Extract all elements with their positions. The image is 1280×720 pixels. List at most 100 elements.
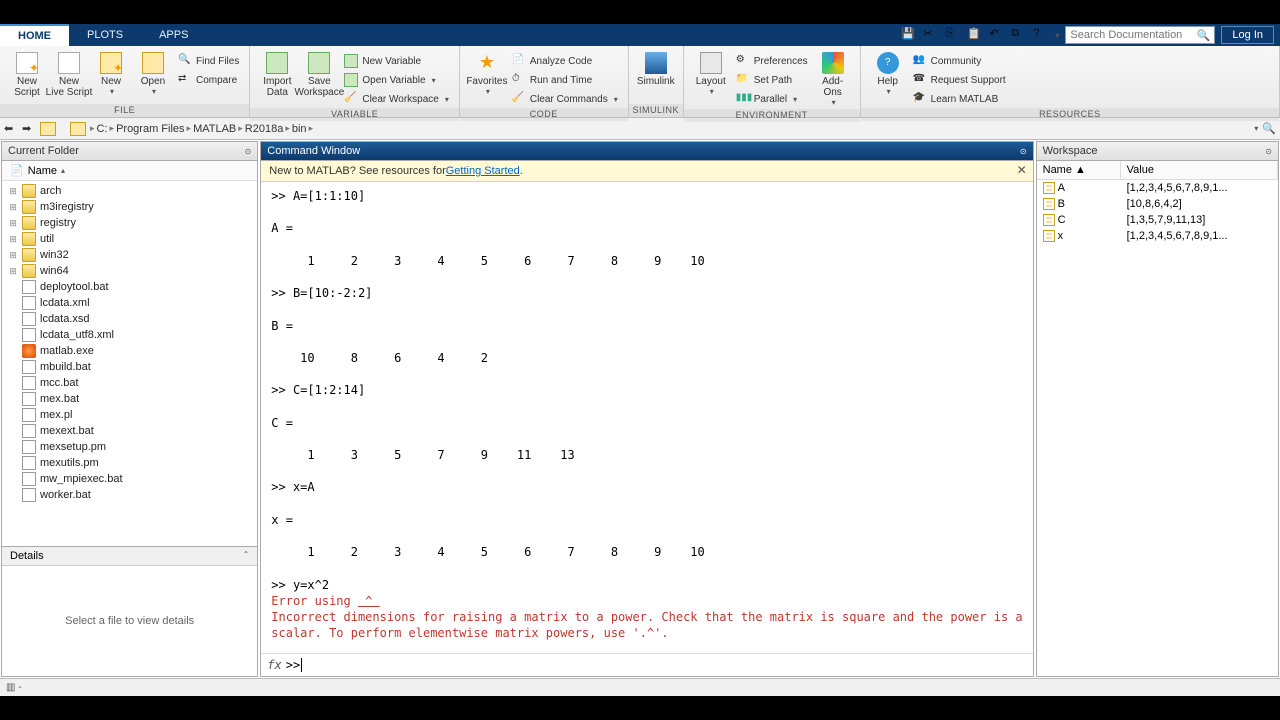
file-item[interactable]: ⊞win64	[2, 263, 257, 279]
folder-icon	[22, 264, 36, 278]
address-dropdown-icon[interactable]: ▾	[1254, 124, 1258, 133]
login-button[interactable]: Log In	[1221, 26, 1274, 44]
workspace-variable[interactable]: C[1,3,5,7,9,11,13]	[1037, 212, 1278, 228]
file-item[interactable]: mex.bat	[2, 391, 257, 407]
breadcrumb-segment[interactable]: bin	[292, 123, 307, 135]
close-banner-icon[interactable]: ✕	[1017, 163, 1027, 177]
up-folder-icon[interactable]	[40, 122, 56, 136]
simulink-button[interactable]: Simulink	[635, 50, 677, 89]
set-path-button[interactable]: 📁Set Path	[732, 71, 812, 89]
workspace-variable[interactable]: B[10,8,6,4,2]	[1037, 196, 1278, 212]
file-item[interactable]: lcdata_utf8.xml	[2, 327, 257, 343]
details-header[interactable]: Details⌃	[2, 547, 257, 566]
forward-icon[interactable]: ➡	[22, 122, 36, 136]
help-icon[interactable]: ?	[1033, 27, 1049, 43]
breadcrumb-segment[interactable]: R2018a	[245, 123, 284, 135]
addons-button[interactable]: Add-Ons	[812, 50, 854, 109]
name-column-header[interactable]: 📄 Name ▴	[2, 161, 257, 181]
search-icon[interactable]: 🔍	[1197, 29, 1211, 42]
getting-started-link[interactable]: Getting Started	[446, 165, 520, 177]
bat-icon	[22, 488, 36, 502]
file-item[interactable]: mexsetup.pm	[2, 439, 257, 455]
file-item[interactable]: mex.pl	[2, 407, 257, 423]
getting-started-banner: New to MATLAB? See resources for Getting…	[261, 161, 1032, 182]
new-script-button[interactable]: ✦New Script	[6, 50, 48, 100]
breadcrumb[interactable]: ▸ C: ▸ Program Files ▸ MATLAB ▸ R2018a ▸…	[90, 123, 313, 135]
open-button[interactable]: Open	[132, 50, 174, 98]
breadcrumb-segment[interactable]: C:	[97, 123, 108, 135]
switch-windows-icon[interactable]: ⧉	[1011, 27, 1027, 43]
cut-icon[interactable]: ✂	[923, 27, 939, 43]
ws-name-header[interactable]: Name ▲	[1037, 161, 1121, 179]
copy-icon[interactable]: ⎘	[945, 27, 961, 43]
favorites-button[interactable]: ★Favorites	[466, 50, 508, 98]
import-data-button[interactable]: Import Data	[256, 50, 298, 100]
dropdown-icon[interactable]: ▾	[1055, 31, 1059, 40]
save-icon[interactable]: 💾	[901, 27, 917, 43]
save-workspace-button[interactable]: Save Workspace	[298, 50, 340, 100]
tab-apps[interactable]: APPS	[141, 24, 206, 46]
file-item[interactable]: mw_mpiexec.bat	[2, 471, 257, 487]
undo-icon[interactable]: ↶	[989, 27, 1005, 43]
command-output: >> A=[1:1:10] A = 1 2 3 4 5 6 7 8 9 10 >…	[261, 182, 1032, 647]
file-item[interactable]: lcdata.xml	[2, 295, 257, 311]
tab-home[interactable]: HOME	[0, 24, 69, 46]
breadcrumb-segment[interactable]: MATLAB	[193, 123, 236, 135]
file-item[interactable]: ⊞util	[2, 231, 257, 247]
community-button[interactable]: 👥Community	[909, 52, 1010, 70]
file-item[interactable]: lcdata.xsd	[2, 311, 257, 327]
file-item[interactable]: worker.bat	[2, 487, 257, 503]
group-label-code: CODE	[460, 108, 628, 121]
analyze-code-button[interactable]: 📄Analyze Code	[508, 52, 622, 70]
panel-menu-icon[interactable]: ⊙	[245, 147, 252, 156]
preferences-button[interactable]: ⚙Preferences	[732, 52, 812, 70]
panel-menu-icon[interactable]: ⊙	[1265, 147, 1272, 156]
search-documentation[interactable]: 🔍	[1065, 26, 1215, 44]
file-item[interactable]: ⊞arch	[2, 183, 257, 199]
back-icon[interactable]: ⬅	[4, 122, 18, 136]
ws-value-header[interactable]: Value	[1121, 161, 1278, 179]
clear-commands-button[interactable]: 🧹Clear Commands	[508, 90, 622, 108]
compare-button[interactable]: ⇄Compare	[174, 71, 243, 89]
learn-matlab-button[interactable]: 🎓Learn MATLAB	[909, 90, 1010, 108]
new-variable-button[interactable]: New Variable	[340, 52, 453, 70]
file-item[interactable]: mexutils.pm	[2, 455, 257, 471]
file-item[interactable]: deploytool.bat	[2, 279, 257, 295]
help-button[interactable]: ?Help	[867, 50, 909, 98]
bat-icon	[22, 472, 36, 486]
request-support-button[interactable]: ☎Request Support	[909, 71, 1010, 89]
group-label-environment: ENVIRONMENT	[684, 109, 860, 122]
new-live-script-button[interactable]: New Live Script	[48, 50, 90, 100]
run-and-time-button[interactable]: ⏱Run and Time	[508, 71, 622, 89]
breadcrumb-segment[interactable]: Program Files	[116, 123, 184, 135]
open-variable-button[interactable]: Open Variable	[340, 71, 453, 89]
file-item[interactable]: ⊞m3iregistry	[2, 199, 257, 215]
folder-icon	[22, 216, 36, 230]
search-input[interactable]	[1070, 29, 1196, 41]
fx-icon[interactable]: fx	[267, 658, 281, 672]
command-prompt[interactable]: fx >>	[261, 653, 1032, 676]
bat-icon	[22, 424, 36, 438]
new-button[interactable]: ✦New	[90, 50, 132, 98]
find-files-button[interactable]: 🔍Find Files	[174, 52, 243, 70]
bat-icon	[22, 456, 36, 470]
toolstrip: ✦New Script New Live Script ✦New Open 🔍F…	[0, 46, 1280, 118]
workspace-variable[interactable]: A[1,2,3,4,5,6,7,8,9,1...	[1037, 180, 1278, 196]
workspace-variable[interactable]: x[1,2,3,4,5,6,7,8,9,1...	[1037, 228, 1278, 244]
error-link[interactable]: ^	[358, 594, 380, 608]
file-item[interactable]: ⊞win32	[2, 247, 257, 263]
file-item[interactable]: ⊞registry	[2, 215, 257, 231]
file-item[interactable]: mbuild.bat	[2, 359, 257, 375]
browse-folder-icon[interactable]	[70, 122, 86, 136]
clear-workspace-button[interactable]: 🧹Clear Workspace	[340, 90, 453, 108]
current-folder-title: Current Folder⊙	[2, 142, 257, 161]
tab-plots[interactable]: PLOTS	[69, 24, 141, 46]
address-search-icon[interactable]: 🔍	[1262, 122, 1276, 135]
file-item[interactable]: mcc.bat	[2, 375, 257, 391]
file-item[interactable]: mexext.bat	[2, 423, 257, 439]
panel-menu-icon[interactable]: ⊙	[1020, 147, 1027, 156]
paste-icon[interactable]: 📋	[967, 27, 983, 43]
layout-button[interactable]: Layout	[690, 50, 732, 98]
file-item[interactable]: matlab.exe	[2, 343, 257, 359]
parallel-button[interactable]: ▮▮▮Parallel	[732, 90, 812, 108]
